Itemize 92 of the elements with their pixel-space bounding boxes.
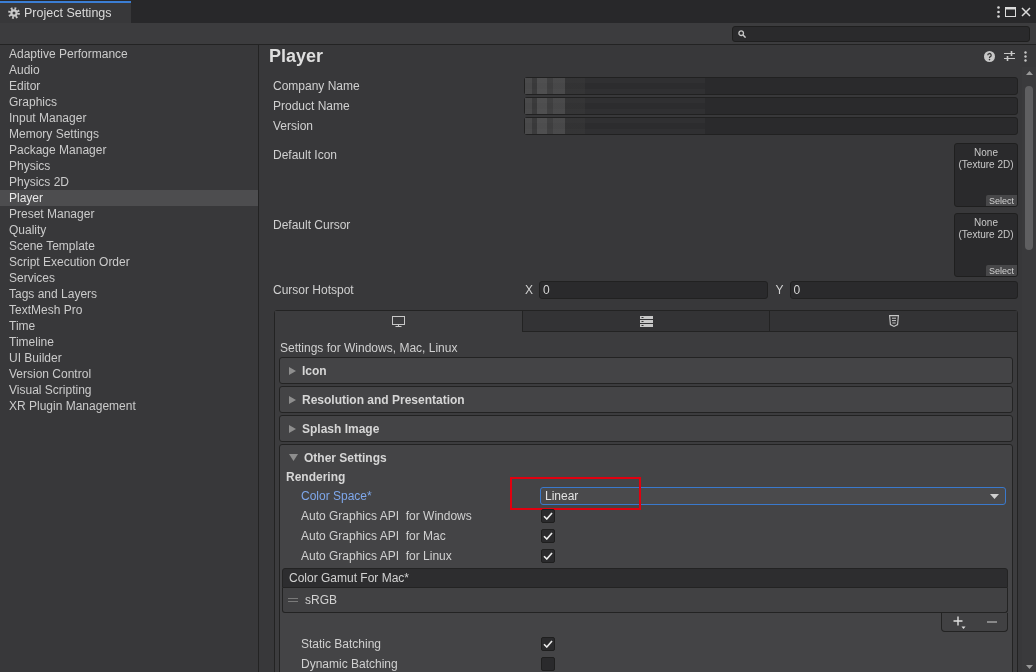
sidebar-item[interactable]: Physics 2D xyxy=(0,174,258,190)
more-options-icon[interactable] xyxy=(1024,50,1027,62)
setting-label: Auto Graphics API for Linux xyxy=(300,548,453,565)
sidebar-item[interactable]: Editor xyxy=(0,78,258,94)
checkbox[interactable] xyxy=(541,657,555,671)
sidebar-item[interactable]: Services xyxy=(0,270,258,286)
server-icon xyxy=(639,315,653,327)
text-field[interactable] xyxy=(524,117,1018,135)
field-label: Version xyxy=(273,118,315,135)
sidebar-item[interactable]: Physics xyxy=(0,158,258,174)
sidebar-item[interactable]: Version Control xyxy=(0,366,258,382)
scrollbar-thumb[interactable] xyxy=(1025,86,1033,250)
field-label: Default Icon xyxy=(273,147,339,164)
list-item[interactable]: sRGB xyxy=(283,588,1007,612)
sidebar-item[interactable]: XR Plugin Management xyxy=(0,398,258,414)
sidebar-item[interactable]: Quality xyxy=(0,222,258,238)
object-field-value: None (Texture 2D) xyxy=(957,147,1015,170)
platform-tab[interactable] xyxy=(521,311,770,332)
checkbox[interactable] xyxy=(541,637,555,651)
checkmark-icon xyxy=(543,512,553,520)
more-options-icon[interactable] xyxy=(997,5,1000,18)
object-field[interactable]: None (Texture 2D) Select xyxy=(954,143,1018,207)
sidebar-item[interactable]: Memory Settings xyxy=(0,126,258,142)
caret-right-icon xyxy=(289,395,296,404)
sidebar-item[interactable]: Input Manager xyxy=(0,110,258,126)
select-button[interactable]: Select xyxy=(986,265,1017,276)
sidebar-item[interactable]: UI Builder xyxy=(0,350,258,366)
foldout-header[interactable]: Splash Image xyxy=(280,416,1012,441)
shield-icon xyxy=(888,315,899,327)
group-heading: Rendering xyxy=(285,470,347,485)
field-label: Company Name xyxy=(273,78,361,95)
checkbox[interactable] xyxy=(541,549,555,563)
scroll-down-arrow-icon[interactable] xyxy=(1025,665,1033,669)
sidebar-item[interactable]: Audio xyxy=(0,62,258,78)
number-field[interactable]: 0 xyxy=(789,281,1018,299)
dropdown[interactable]: Linear xyxy=(540,487,1006,505)
list-header: Color Gamut For Mac* xyxy=(282,568,1008,588)
sidebar-item[interactable]: Tags and Layers xyxy=(0,286,258,302)
scroll-up-arrow-icon[interactable] xyxy=(1025,71,1033,75)
search-field[interactable] xyxy=(732,25,1030,42)
minus-icon[interactable] xyxy=(986,621,997,623)
setting-label: Static Batching xyxy=(300,636,383,653)
text-field[interactable] xyxy=(524,97,1018,115)
caret-down-icon xyxy=(289,454,298,461)
sidebar-item[interactable]: TextMesh Pro xyxy=(0,302,258,318)
sidebar-item[interactable]: Player xyxy=(0,190,258,206)
add-dropdown-icon[interactable] xyxy=(952,615,966,629)
sidebar-item[interactable]: Package Manager xyxy=(0,142,258,158)
gear-icon xyxy=(8,7,20,19)
setting-label: Auto Graphics API for Mac xyxy=(300,528,447,545)
maximize-icon[interactable] xyxy=(1005,6,1016,17)
monitor-icon xyxy=(391,315,405,327)
caret-right-icon xyxy=(289,424,296,433)
sidebar-item[interactable]: Scene Template xyxy=(0,238,258,254)
object-field[interactable]: None (Texture 2D) Select xyxy=(954,213,1018,277)
select-button[interactable]: Select xyxy=(986,195,1017,206)
number-field[interactable]: 0 xyxy=(539,281,768,299)
caret-right-icon xyxy=(289,366,296,375)
checkbox[interactable] xyxy=(541,509,555,523)
axis-label: Y xyxy=(774,282,785,299)
help-icon[interactable] xyxy=(984,50,995,62)
axis-label: X xyxy=(524,282,534,299)
foldout-header[interactable]: Resolution and Presentation xyxy=(280,387,1012,412)
foldout-header[interactable]: Icon xyxy=(280,358,1012,383)
sidebar-item[interactable]: Script Execution Order xyxy=(0,254,258,270)
drag-handle-icon[interactable] xyxy=(288,598,298,602)
platform-heading: Settings for Windows, Mac, Linux xyxy=(279,340,459,357)
sidebar-item[interactable]: Time xyxy=(0,318,258,334)
text-field[interactable] xyxy=(524,77,1018,95)
caret-down-icon xyxy=(990,493,999,499)
checkbox[interactable] xyxy=(541,529,555,543)
setting-label: Auto Graphics API for Windows xyxy=(300,508,473,525)
field-label: Default Cursor xyxy=(273,217,352,234)
sidebar-item[interactable]: Preset Manager xyxy=(0,206,258,222)
setting-label: Color Space* xyxy=(300,488,373,505)
field-label: Product Name xyxy=(273,98,351,115)
window-tab[interactable]: Project Settings xyxy=(0,1,131,23)
panel-title: Player xyxy=(269,45,324,67)
sidebar-item[interactable]: Adaptive Performance xyxy=(0,46,258,62)
sidebar-item[interactable]: Graphics xyxy=(0,94,258,110)
checkmark-icon xyxy=(543,552,553,560)
sidebar-item[interactable]: Timeline xyxy=(0,334,258,350)
foldout-header[interactable]: Other Settings xyxy=(280,445,1012,470)
setting-label: Dynamic Batching xyxy=(300,656,399,672)
object-field-value: None (Texture 2D) xyxy=(957,217,1015,240)
checkmark-icon xyxy=(543,532,553,540)
checkmark-icon xyxy=(543,640,553,648)
close-icon[interactable] xyxy=(1021,6,1031,17)
sliders-icon[interactable] xyxy=(1004,51,1015,61)
search-icon xyxy=(738,29,746,38)
sidebar-item[interactable]: Visual Scripting xyxy=(0,382,258,398)
field-label: Cursor Hotspot xyxy=(273,282,355,299)
